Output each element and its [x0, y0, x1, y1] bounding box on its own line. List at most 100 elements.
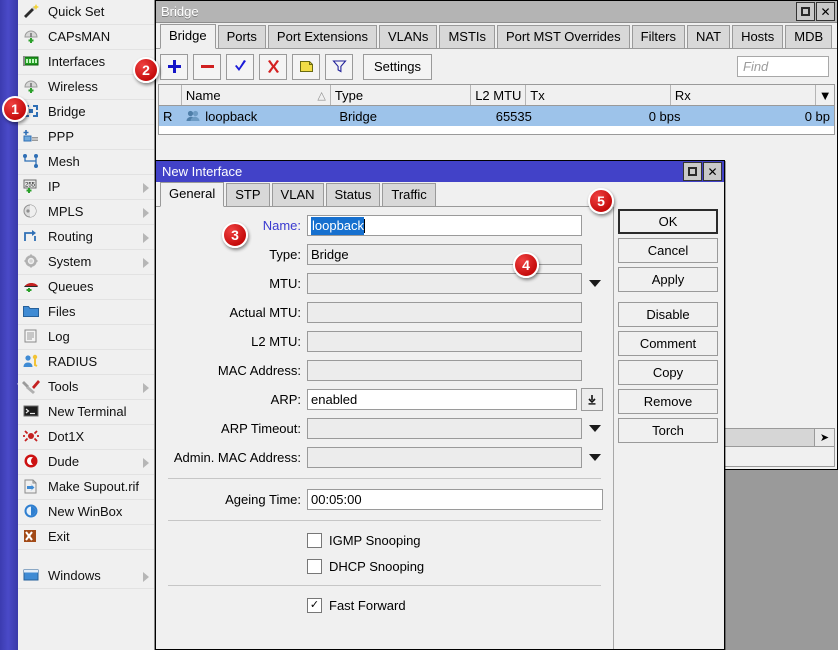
sidebar-item-windows[interactable]: Windows: [18, 564, 154, 589]
tab-port-extensions[interactable]: Port Extensions: [268, 25, 377, 48]
table-row[interactable]: R loopback Bridge 65535 0 bps 0 bp: [159, 106, 834, 126]
sidebar-item-system[interactable]: System: [18, 250, 154, 275]
dialog-tab-general[interactable]: General: [160, 182, 224, 207]
mtu-input[interactable]: [307, 273, 582, 294]
sidebar-item-ip[interactable]: 255IP: [18, 175, 154, 200]
sidebar-item-tools[interactable]: Tools: [18, 375, 154, 400]
disable-button[interactable]: [259, 54, 287, 80]
chevron-down-icon[interactable]: [587, 280, 603, 287]
scroll-right-icon[interactable]: ➤: [814, 429, 834, 446]
column-header-rx[interactable]: Rx: [671, 85, 817, 105]
sidebar-item-label: Exit: [48, 530, 70, 544]
tab-mdb[interactable]: MDB: [785, 25, 832, 48]
l2-mtu-input[interactable]: [307, 331, 582, 352]
name-input[interactable]: loopback: [307, 215, 582, 236]
remove-button[interactable]: [193, 54, 221, 80]
column-header-name[interactable]: Name △: [182, 85, 331, 105]
close-icon[interactable]: ✕: [703, 162, 722, 181]
dialog-tab-stp[interactable]: STP: [226, 183, 269, 206]
tab-port-mst-overrides[interactable]: Port MST Overrides: [497, 25, 630, 48]
disable-button[interactable]: Disable: [618, 302, 718, 327]
sidebar-item-queues[interactable]: Queues: [18, 275, 154, 300]
column-chooser-icon[interactable]: ▼: [816, 85, 834, 105]
column-header-tx[interactable]: Tx: [526, 85, 671, 105]
sidebar-item-mpls[interactable]: MPLS: [18, 200, 154, 225]
admin-mac-address-input[interactable]: [307, 447, 582, 468]
sidebar-item-wireless[interactable]: Wireless: [18, 75, 154, 100]
dhcp-snooping-checkbox[interactable]: [307, 559, 322, 574]
sidebar-item-bridge[interactable]: Bridge: [18, 100, 154, 125]
sidebar-item-radius[interactable]: RADIUS: [18, 350, 154, 375]
sidebar-item-new-terminal[interactable]: New Terminal: [18, 400, 154, 425]
comment-button[interactable]: Comment: [618, 331, 718, 356]
fast-forward-checkbox[interactable]: ✓: [307, 598, 322, 613]
arp-timeout-input[interactable]: [307, 418, 582, 439]
dialog-tab-traffic[interactable]: Traffic: [382, 183, 435, 206]
column-header-type[interactable]: Type: [331, 85, 471, 105]
tab-bridge[interactable]: Bridge: [160, 24, 216, 49]
comment-button[interactable]: [292, 54, 320, 80]
fast-forward-row[interactable]: ✓Fast Forward: [156, 592, 613, 618]
sidebar-item-ppp[interactable]: PPP: [18, 125, 154, 150]
chevron-down-icon[interactable]: [587, 425, 603, 432]
sidebar-item-log[interactable]: Log: [18, 325, 154, 350]
sidebar-item-new-winbox[interactable]: New WinBox: [18, 500, 154, 525]
sidebar-item-files[interactable]: Files: [18, 300, 154, 325]
tab-hosts[interactable]: Hosts: [732, 25, 783, 48]
filter-button[interactable]: [325, 54, 353, 80]
sidebar-item-quick-set[interactable]: Quick Set: [18, 0, 154, 25]
maximize-icon[interactable]: [796, 2, 815, 21]
tab-nat[interactable]: NAT: [687, 25, 730, 48]
copy-button[interactable]: Copy: [618, 360, 718, 385]
tab-vlans[interactable]: VLANs: [379, 25, 437, 48]
apply-button[interactable]: Apply: [618, 267, 718, 292]
sidebar-item-mesh[interactable]: Mesh: [18, 150, 154, 175]
igmp-snooping-checkbox[interactable]: [307, 533, 322, 548]
sidebar-item-make-supout-rif[interactable]: Make Supout.rif: [18, 475, 154, 500]
add-button[interactable]: [160, 54, 188, 80]
maximize-icon[interactable]: [683, 162, 702, 181]
sidebar-item-capsman[interactable]: CAPsMAN: [18, 25, 154, 50]
settings-button[interactable]: Settings: [363, 54, 432, 80]
arp-row: ARP:enabled: [156, 385, 613, 414]
chevron-down-icon[interactable]: [587, 454, 603, 461]
tab-filters[interactable]: Filters: [632, 25, 685, 48]
mtu-label: MTU:: [156, 276, 307, 291]
type-input[interactable]: Bridge: [307, 244, 582, 265]
sidebar-item-exit[interactable]: Exit: [18, 525, 154, 550]
type-value: Bridge: [311, 247, 349, 262]
dhcp-snooping-row[interactable]: DHCP Snooping: [156, 553, 613, 579]
column-header-flag[interactable]: [159, 85, 182, 105]
cancel-button[interactable]: Cancel: [618, 238, 718, 263]
arp-input[interactable]: enabled: [307, 389, 577, 410]
search-input[interactable]: Find: [737, 56, 829, 77]
column-header-l2mtu[interactable]: L2 MTU: [471, 85, 526, 105]
sidebar-item-dot1x[interactable]: Dot1X: [18, 425, 154, 450]
dhcp-snooping-label: DHCP Snooping: [329, 559, 424, 574]
gauge-icon: [22, 78, 42, 96]
mac-address-input[interactable]: [307, 360, 582, 381]
close-icon[interactable]: ✕: [816, 2, 835, 21]
tab-mstis[interactable]: MSTIs: [439, 25, 495, 48]
chevron-down-icon[interactable]: [581, 388, 603, 411]
enable-button[interactable]: [226, 54, 254, 80]
arp-label: ARP:: [156, 392, 307, 407]
sidebar-item-routing[interactable]: Routing: [18, 225, 154, 250]
tab-ports[interactable]: Ports: [218, 25, 266, 48]
sidebar-item-label: MPLS: [48, 205, 83, 219]
sidebar-item-label: New WinBox: [48, 505, 122, 519]
sidebar-item-label: Queues: [48, 280, 94, 294]
remove-button[interactable]: Remove: [618, 389, 718, 414]
dialog-tab-status[interactable]: Status: [326, 183, 381, 206]
ok-button[interactable]: OK: [618, 209, 718, 234]
dialog-tabbar: GeneralSTPVLANStatusTraffic: [156, 182, 613, 207]
igmp-snooping-row[interactable]: IGMP Snooping: [156, 527, 613, 553]
ageing-time-input[interactable]: 00:05:00: [307, 489, 603, 510]
dialog-tab-vlan[interactable]: VLAN: [272, 183, 324, 206]
sidebar-item-dude[interactable]: Dude: [18, 450, 154, 475]
exit-icon: [22, 528, 42, 546]
bridge-row-icon: [186, 110, 200, 122]
bridge-table: Name △ Type L2 MTU Tx Rx ▼ R loopback Br…: [158, 84, 835, 135]
torch-button[interactable]: Torch: [618, 418, 718, 443]
actual-mtu-input[interactable]: [307, 302, 582, 323]
